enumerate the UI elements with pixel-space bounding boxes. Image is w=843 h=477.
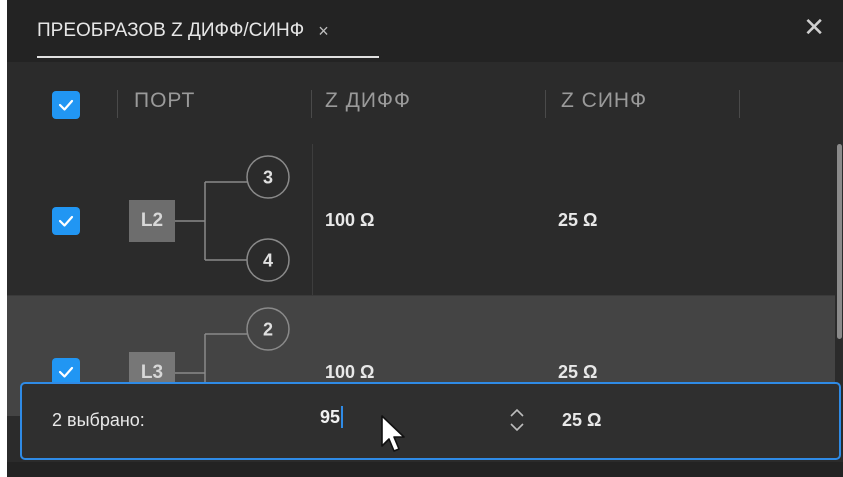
column-header-port: ПОРТ xyxy=(134,89,196,112)
panel-footer xyxy=(7,462,843,477)
active-tab-indicator xyxy=(37,56,379,58)
mouse-pointer-icon xyxy=(381,415,405,452)
column-divider xyxy=(117,90,118,118)
column-divider xyxy=(311,90,312,118)
panel-header: ПРЕОБРАЗОВ Z ДИФФ/СИНФ × ✕ xyxy=(7,0,843,62)
row-checkbox[interactable] xyxy=(52,207,80,235)
column-header-z-common: Z СИНФ xyxy=(561,89,648,112)
tab-close-icon[interactable]: × xyxy=(318,21,329,42)
column-header-z-diff: Z ДИФФ xyxy=(325,89,411,112)
z-common-value: 25 Ω xyxy=(558,210,598,230)
checkmark-icon xyxy=(58,215,74,227)
column-divider xyxy=(312,144,313,295)
panel-close-icon[interactable]: ✕ xyxy=(803,12,825,43)
tab-z-diff-common[interactable]: ПРЕОБРАЗОВ Z ДИФФ/СИНФ × xyxy=(37,14,329,48)
z-diff-value: 100 Ω xyxy=(325,210,375,230)
z-diff-value: 100 Ω xyxy=(325,362,375,382)
bulk-edit-bar: 2 выбрано: 95 25 Ω xyxy=(20,382,841,460)
z-conversion-panel: ПРЕОБРАЗОВ Z ДИФФ/СИНФ × ✕ ПОРТ Z ДИФФ Z… xyxy=(7,0,843,477)
tab-title: ПРЕОБРАЗОВ Z ДИФФ/СИНФ xyxy=(37,20,305,41)
selected-count-label: 2 выбрано: xyxy=(52,410,145,430)
z-common-value: 25 Ω xyxy=(558,362,598,382)
z-diff-input[interactable]: 95 xyxy=(320,406,344,428)
checkmark-icon xyxy=(58,366,74,378)
physical-port-label: 4 xyxy=(263,251,273,271)
text-caret xyxy=(341,406,344,428)
table-header: ПОРТ Z ДИФФ Z СИНФ xyxy=(7,62,843,145)
port-mapping-diagram: 3 4 xyxy=(175,155,290,282)
z-common-input-value[interactable]: 25 Ω xyxy=(562,410,601,431)
checkmark-icon xyxy=(58,99,74,111)
column-divider xyxy=(545,90,546,118)
z-diff-input-value: 95 xyxy=(320,406,341,427)
scrollbar-thumb[interactable] xyxy=(837,144,842,339)
vertical-scrollbar[interactable] xyxy=(835,144,843,344)
spinner-up-down-icon[interactable] xyxy=(507,400,527,440)
physical-port-label: 2 xyxy=(263,320,273,340)
table-row[interactable]: L2 3 4 100 Ω 25 Ω xyxy=(7,144,835,296)
column-divider xyxy=(739,90,740,118)
select-all-checkbox[interactable] xyxy=(52,91,80,119)
logical-port-badge: L2 xyxy=(129,200,175,242)
physical-port-label: 3 xyxy=(263,168,273,188)
